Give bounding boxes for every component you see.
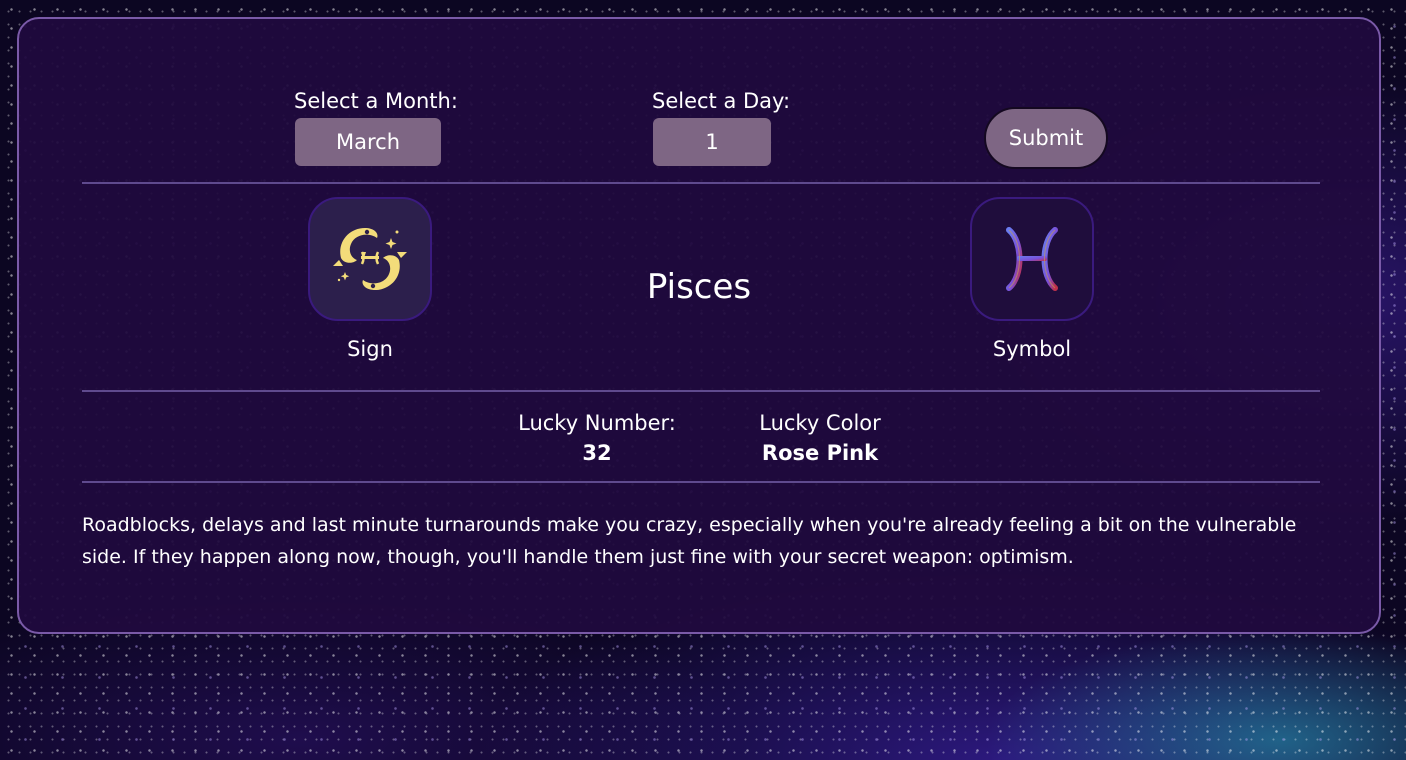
horoscope-card: Select a Month: March Select a Day: 1 Su… <box>17 17 1381 634</box>
lucky-color-block: Lucky Color Rose Pink <box>745 408 895 468</box>
month-select-value: March <box>335 130 400 154</box>
zodiac-sign-name: Pisces <box>646 267 752 307</box>
day-select[interactable]: 1 <box>653 118 771 166</box>
symbol-caption: Symbol <box>992 337 1072 361</box>
month-label: Select a Month: <box>294 89 458 113</box>
day-label: Select a Day: <box>652 89 791 113</box>
submit-button-label: Submit <box>1008 126 1084 150</box>
horoscope-text: Roadblocks, delays and last minute turna… <box>82 514 1297 568</box>
divider-top <box>82 182 1320 184</box>
lucky-number-block: Lucky Number: 32 <box>517 408 677 468</box>
lucky-number-value: 32 <box>582 441 612 465</box>
day-select-value: 1 <box>705 130 719 154</box>
lucky-color-value: Rose Pink <box>761 441 879 465</box>
month-select[interactable]: March <box>295 118 441 166</box>
sign-caption: Sign <box>347 337 393 361</box>
lucky-color-label: Lucky Color <box>759 411 881 435</box>
pisces-glyph-icon <box>1006 227 1058 291</box>
symbol-icon-tile <box>970 197 1094 321</box>
sign-icon-tile <box>308 197 432 321</box>
divider-bottom <box>82 481 1320 483</box>
pisces-fish-icon <box>333 228 407 290</box>
divider-middle <box>82 390 1320 392</box>
lucky-number-label: Lucky Number: <box>518 411 676 435</box>
submit-button[interactable]: Submit <box>984 107 1108 169</box>
